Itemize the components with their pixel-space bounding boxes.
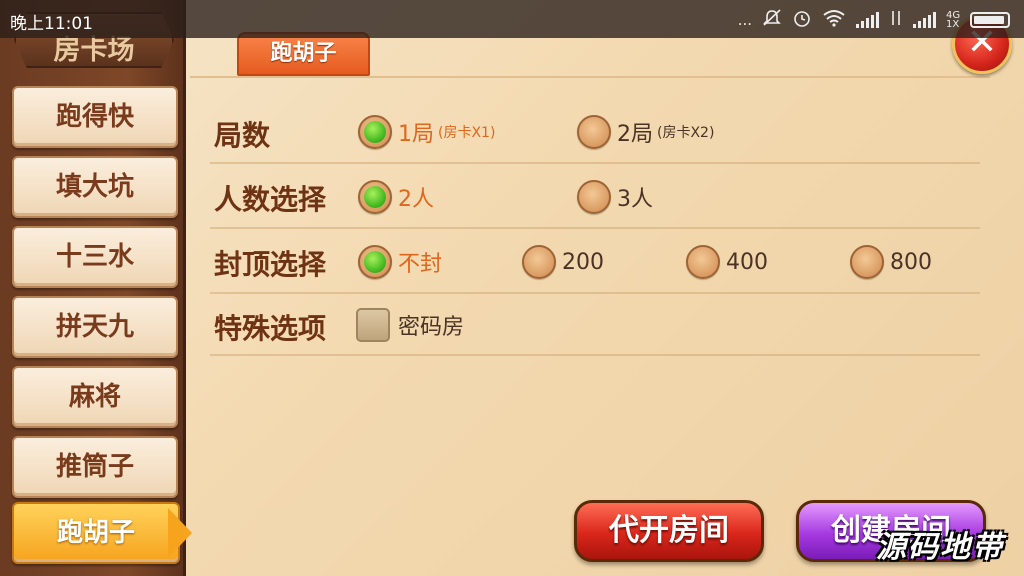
players-option-2[interactable]: 2人 <box>358 180 434 214</box>
active-arrow-icon <box>168 508 192 558</box>
alarm-icon <box>792 8 812 32</box>
data-arrows-icon <box>889 9 903 31</box>
rounds-option-2[interactable]: 2局 (房卡X2) <box>577 115 714 149</box>
sidebar-item-tuitongzi[interactable]: 推筒子 <box>12 436 178 498</box>
battery-icon <box>970 12 1010 28</box>
cap-option-200-text: 200 <box>562 249 604 275</box>
cap-option-none-text: 不封 <box>398 252 443 277</box>
players-option-2-text: 2人 <box>398 187 434 212</box>
radio-selected-icon[interactable] <box>358 245 392 279</box>
more-dots-icon: ... <box>737 11 752 29</box>
row-divider <box>210 292 980 294</box>
players-option-3-text: 3人 <box>617 187 653 212</box>
rounds-option-2-text: 2局 <box>617 122 653 147</box>
signal-icon <box>856 12 879 28</box>
players-label: 人数选择 <box>214 183 327 216</box>
wifi-icon <box>822 9 846 31</box>
radio-unselected-icon[interactable] <box>522 245 556 279</box>
players-option-3[interactable]: 3人 <box>577 180 653 214</box>
rounds-option-1-text: 1局 <box>398 122 434 147</box>
sidebar: 房卡场 跑得快 填大坑 十三水 拼天九 麻将 推筒子 跑胡子 <box>0 0 192 576</box>
radio-unselected-icon[interactable] <box>577 115 611 149</box>
sidebar-item-paodekuai[interactable]: 跑得快 <box>12 86 178 148</box>
network-type-label: 4G 1X <box>946 10 961 30</box>
cap-label: 封顶选择 <box>214 248 327 281</box>
sidebar-item-paohuzi[interactable]: 跑胡子 <box>12 502 180 564</box>
rounds-label: 局数 <box>214 119 271 152</box>
special-label: 特殊选项 <box>214 312 327 345</box>
tab-paohuzi[interactable]: 跑胡子 <box>237 32 370 76</box>
rounds-option-1[interactable]: 1局 (房卡X1) <box>358 115 495 149</box>
signal-2-icon <box>913 12 936 28</box>
cap-option-200[interactable]: 200 <box>522 245 604 279</box>
mute-icon <box>762 9 782 31</box>
row-divider <box>210 227 980 229</box>
radio-selected-icon[interactable] <box>358 115 392 149</box>
status-time: 晚上11:01 <box>10 14 93 34</box>
rounds-option-2-sub: (房卡X2) <box>657 125 715 141</box>
radio-selected-icon[interactable] <box>358 180 392 214</box>
cap-option-400-text: 400 <box>726 249 768 275</box>
status-icons: ... 4G 1X <box>738 8 1010 32</box>
watermark: 源码地带 <box>876 530 1004 565</box>
password-room-text: 密码房 <box>398 315 465 340</box>
open-for-others-button[interactable]: 代开房间 <box>574 500 764 562</box>
cap-option-400[interactable]: 400 <box>686 245 768 279</box>
row-divider <box>210 162 980 164</box>
sidebar-item-majiang[interactable]: 麻将 <box>12 366 178 428</box>
cap-option-none[interactable]: 不封 <box>358 245 442 279</box>
password-room-checkbox[interactable] <box>356 308 390 342</box>
rounds-option-1-sub: (房卡X1) <box>438 125 496 141</box>
radio-unselected-icon[interactable] <box>577 180 611 214</box>
tab-divider <box>190 76 990 78</box>
cap-option-800-text: 800 <box>890 249 932 275</box>
status-bar: 晚上11:01 ... 4G 1X <box>0 0 1024 38</box>
sidebar-item-tiandakeng[interactable]: 填大坑 <box>12 156 178 218</box>
sidebar-item-shisanshui[interactable]: 十三水 <box>12 226 178 288</box>
radio-unselected-icon[interactable] <box>850 245 884 279</box>
sidebar-item-pintianjiu[interactable]: 拼天九 <box>12 296 178 358</box>
radio-unselected-icon[interactable] <box>686 245 720 279</box>
row-divider <box>210 354 980 356</box>
cap-option-800[interactable]: 800 <box>850 245 932 279</box>
password-room-option[interactable]: 密码房 <box>356 308 464 342</box>
